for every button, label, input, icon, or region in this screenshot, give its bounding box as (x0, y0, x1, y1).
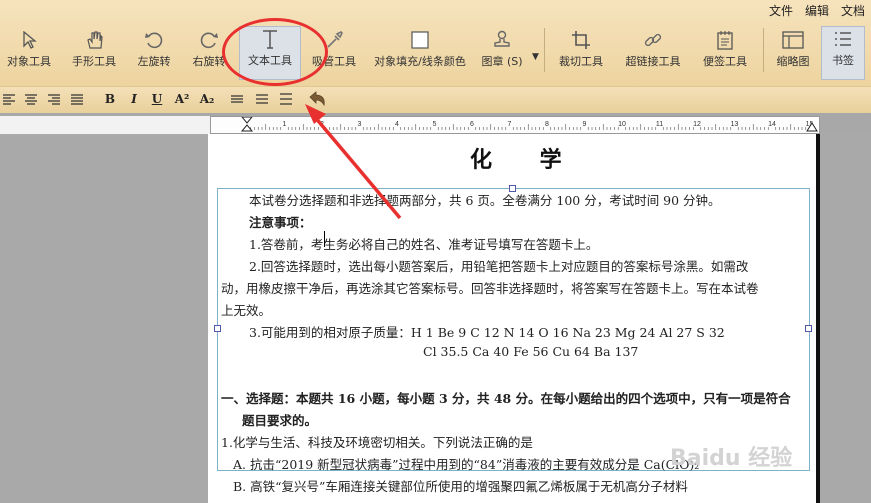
stamp-icon (490, 28, 514, 52)
ruler-number: 7 (508, 121, 512, 128)
thumbnail-button[interactable]: 缩略图 (770, 28, 816, 78)
section-1-heading-b: 题目要求的。 (242, 413, 318, 428)
superscript-button[interactable]: A² (172, 90, 192, 108)
line-spacing-3-icon[interactable] (277, 90, 295, 108)
annotation-arrow-icon (305, 104, 402, 220)
stamp-dropdown-icon[interactable]: ▼ (532, 52, 539, 62)
highlight-circle (222, 18, 328, 86)
thumbnail-icon (781, 28, 805, 52)
stamp-tool-button[interactable]: 图章 (S) (478, 28, 526, 78)
object-tool-button[interactable]: 对象工具 (2, 28, 56, 78)
question-1-option-a: A. 抗击“2019 新型冠状病毒”过程中用到的“84”消毒液的主要有效成分是 … (233, 457, 700, 472)
ruler-number: 6 (470, 121, 474, 128)
rotate-left-button[interactable]: 左旋转 (131, 28, 177, 78)
align-left-icon[interactable] (0, 90, 18, 108)
line-spacing-2-icon[interactable] (253, 90, 271, 108)
ruler-number: 12 (693, 121, 701, 128)
section-1-heading-a: 一、选择题：本题共 16 小题，每小题 3 分，共 48 分。在每小题给出的四个… (221, 391, 791, 406)
hand-icon (82, 28, 106, 52)
note-tool-button[interactable]: 便签工具 (696, 28, 754, 78)
toolbar-separator (763, 28, 764, 72)
cursor-icon (17, 28, 41, 52)
fill-color-icon (408, 28, 432, 52)
ruler-gutter (0, 116, 210, 134)
bold-button[interactable]: B (102, 90, 118, 108)
doc-note-3b: Cl 35.5 Ca 40 Fe 56 Cu 64 Ba 137 (423, 344, 639, 359)
doc-note-3a: 3.可能用到的相对原子质量：H 1 Be 9 C 12 N 14 O 16 Na… (249, 325, 725, 340)
align-center-icon[interactable] (22, 90, 40, 108)
rotate-left-icon (142, 28, 166, 52)
rotate-right-icon (197, 28, 221, 52)
underline-button[interactable]: U (149, 90, 165, 108)
subscript-button[interactable]: A₂ (197, 90, 217, 108)
justify-icon[interactable] (68, 90, 86, 108)
ruler-number: 14 (768, 121, 776, 128)
question-1: 1.化学与生活、科技及环境密切相关。下列说法正确的是 (221, 435, 533, 450)
doc-note-1: 1.答卷前，考生务必将自己的姓名、准考证号填写在答题卡上。 (249, 237, 599, 252)
crop-tool-button[interactable]: 裁切工具 (552, 28, 610, 78)
workspace-left (0, 134, 210, 503)
doc-note-2a: 2.回答选择题时，选出每小题答案后，用铅笔把答题卡上对应题目的答案标号涂黑。如需… (249, 259, 749, 274)
resize-handle-left[interactable] (214, 325, 221, 332)
bookmark-button[interactable]: 书签 (821, 26, 865, 80)
bookmark-icon (831, 27, 855, 51)
hand-tool-button[interactable]: 手形工具 (66, 28, 122, 78)
menu-file[interactable]: 文件 (763, 0, 799, 20)
doc-note-2c: 上无效。 (221, 303, 272, 318)
menu-bar: 文件 编辑 文档 (763, 0, 871, 20)
link-tool-button[interactable]: 超链接工具 (618, 28, 688, 78)
fill-color-tool-button[interactable]: 对象填充/线条颜色 (370, 28, 470, 78)
ruler-number: 8 (545, 121, 549, 128)
menu-edit[interactable]: 编辑 (799, 0, 835, 20)
menu-document[interactable]: 文档 (835, 0, 871, 20)
italic-button[interactable]: I (126, 90, 142, 108)
doc-note-2b: 动，用橡皮擦干净后，再选涂其它答案标号。回答非选择题时，将答案写在答题卡上。写在… (221, 281, 759, 296)
ruler-number: 1 (283, 121, 287, 128)
ruler-number: 5 (433, 121, 437, 128)
question-1-option-b: B. 高铁“复兴号”车厢连接关键部位所使用的增强聚四氟乙烯板属于无机高分子材料 (233, 479, 688, 494)
link-icon (641, 28, 665, 52)
ruler-number: 13 (731, 121, 739, 128)
crop-icon (569, 28, 593, 52)
document-title: 化 学 (470, 147, 582, 173)
ruler-number: 9 (583, 121, 587, 128)
ruler-number: 10 (618, 121, 626, 128)
note-icon (713, 28, 737, 52)
toolbar-separator (544, 28, 545, 72)
line-spacing-1-icon[interactable] (228, 90, 246, 108)
indent-marker (240, 116, 254, 132)
watermark: Baidu 经验 (670, 446, 793, 471)
ruler-number: 11 (656, 121, 663, 128)
text-cursor (324, 231, 325, 247)
workspace-right (818, 134, 871, 503)
resize-handle-right[interactable] (805, 325, 812, 332)
align-right-icon[interactable] (45, 90, 63, 108)
